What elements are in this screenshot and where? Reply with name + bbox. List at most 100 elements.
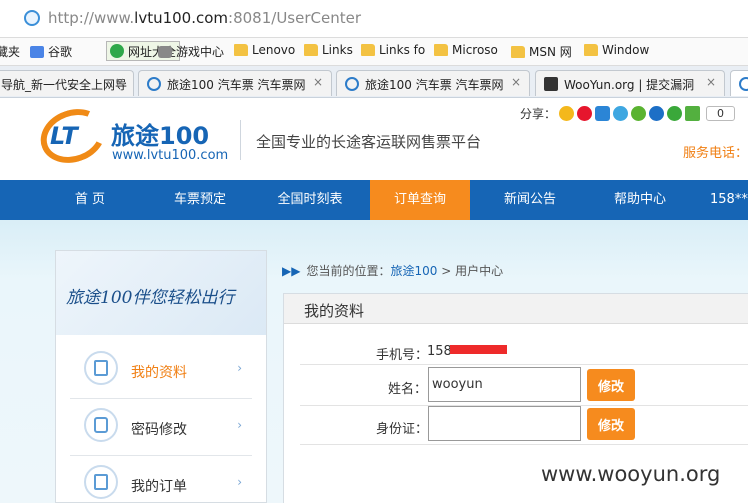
panel-title: 我的资料 xyxy=(304,302,365,320)
breadcrumb-prefix: 您当前的位置： xyxy=(306,264,391,278)
user-sidebar: 旅途100伴您轻松出行 我的资料 › 密码修改 › 我的订单 › xyxy=(55,250,267,503)
wechat-icon[interactable] xyxy=(631,106,647,121)
phone-label: 手机号： xyxy=(376,348,429,363)
bookmark-game-center[interactable]: 游戏中心 xyxy=(158,43,224,60)
folder-icon xyxy=(304,44,318,56)
glyph xyxy=(94,474,108,490)
bookmark-favorites[interactable]: 藏夹 xyxy=(0,43,20,60)
nav-order-query[interactable]: 订单查询 xyxy=(370,180,470,220)
close-icon[interactable]: × xyxy=(115,75,125,89)
url-text[interactable]: http://www.lvtu100.com:8081/UserCenter xyxy=(48,9,361,27)
tab-title: 旅途100 汽车票 汽车票网 xyxy=(365,78,504,92)
bookmark-label: Links fo xyxy=(379,43,426,57)
folder-icon xyxy=(361,44,375,56)
nav-ticket-booking[interactable]: 车票预定 xyxy=(150,180,250,220)
gamepad-icon xyxy=(158,45,172,58)
brand-url: www.lvtu100.com xyxy=(112,148,229,163)
chevron-right-icon: › xyxy=(237,475,242,489)
bookmark-label: Microso xyxy=(452,43,498,57)
share-bar: 分享： 0 xyxy=(520,105,736,122)
url-prefix: http://www. xyxy=(48,9,135,27)
ie-icon xyxy=(147,77,161,91)
folder-icon xyxy=(434,44,448,56)
site-logo[interactable]: LT xyxy=(33,100,113,172)
nav-home[interactable]: 首 页 xyxy=(40,180,140,220)
row-divider xyxy=(300,444,748,445)
row-divider xyxy=(300,364,748,365)
google-icon xyxy=(30,45,44,58)
close-icon[interactable]: × xyxy=(511,75,521,89)
glyph xyxy=(94,360,108,376)
folder-icon xyxy=(234,44,248,56)
breadcrumb: ▶▶ 您当前的位置：旅途100 > 用户中心 xyxy=(282,262,503,279)
nav-help[interactable]: 帮助中心 xyxy=(590,180,690,220)
sidebar-banner-text: 旅途100伴您轻松出行 xyxy=(66,288,235,308)
id-card-label: 身份证： xyxy=(376,422,429,437)
sidebar-item-label: 密码修改 xyxy=(131,422,187,438)
qzone-icon[interactable] xyxy=(559,106,575,121)
close-icon[interactable]: × xyxy=(706,75,716,89)
sidebar-item-label: 我的资料 xyxy=(131,365,187,381)
share-count: 0 xyxy=(706,106,736,121)
bookmark-label: 游戏中心 xyxy=(176,45,225,59)
edit-id-card-button[interactable]: 修改 xyxy=(587,408,635,440)
id-card-input[interactable] xyxy=(428,406,581,441)
bookmark-links[interactable]: Links xyxy=(304,43,353,57)
plus-icon xyxy=(110,44,124,58)
tab-wooyun[interactable]: WooYun.org | 提交漏洞 × xyxy=(535,70,725,96)
panel-header: 我的资料 xyxy=(284,294,748,324)
close-icon[interactable]: × xyxy=(313,75,323,89)
sidebar-item-profile[interactable]: 我的资料 › xyxy=(70,343,252,399)
main-nav: 首 页 车票预定 全国时刻表 订单查询 新闻公告 帮助中心 158*** xyxy=(0,180,748,220)
tab-lvtu-2[interactable]: 旅途100 汽车票 汽车票网 × xyxy=(336,70,530,96)
nav-news[interactable]: 新闻公告 xyxy=(480,180,580,220)
edit-name-button[interactable]: 修改 xyxy=(587,369,635,401)
url-suffix: :8081/UserCenter xyxy=(228,9,361,27)
breadcrumb-home-link[interactable]: 旅途100 xyxy=(390,264,437,278)
header-divider xyxy=(240,120,241,160)
service-hotline: 服务电话： xyxy=(683,146,748,161)
wooyun-icon xyxy=(544,77,558,91)
logo-letters: LT xyxy=(50,122,78,150)
profile-icon xyxy=(84,351,118,385)
breadcrumb-current: 用户中心 xyxy=(455,264,504,278)
tab-title: WooYun.org | 提交漏洞 xyxy=(564,78,695,92)
sidebar-item-password[interactable]: 密码修改 › xyxy=(70,400,252,456)
nav-timetable[interactable]: 全国时刻表 xyxy=(260,180,360,220)
sidebar-item-orders[interactable]: 我的订单 › xyxy=(70,457,252,503)
site-slogan: 全国专业的长途客运联网售票平台 xyxy=(256,133,482,151)
bookmark-label: 谷歌 xyxy=(48,45,73,59)
folder-icon xyxy=(511,45,525,58)
breadcrumb-separator: > xyxy=(437,264,456,278)
people-icon[interactable] xyxy=(649,106,665,121)
tencent-weibo-icon[interactable] xyxy=(595,106,611,121)
tab-navigation[interactable]: 导航_新一代安全上网导 × xyxy=(0,70,134,96)
name-input[interactable] xyxy=(428,367,581,402)
bookmark-lenovo[interactable]: Lenovo xyxy=(234,43,295,57)
plus-icon[interactable] xyxy=(685,106,701,121)
chevron-right-icon: › xyxy=(237,418,242,432)
tab-lvtu-1[interactable]: 旅途100 汽车票 汽车票网 × xyxy=(138,70,332,96)
bookmark-msn[interactable]: MSN 网 xyxy=(511,43,572,60)
bookmark-windows[interactable]: Window xyxy=(584,43,649,57)
share-label: 分享： xyxy=(520,107,557,121)
weibo-icon[interactable] xyxy=(577,106,593,121)
tab-title: 旅途100 汽车票 汽车票网 xyxy=(167,78,306,92)
bookmark-links-for[interactable]: Links fo xyxy=(361,43,425,57)
tab-bar: 导航_新一代安全上网导 × 旅途100 汽车票 汽车票网 × 旅途100 汽车票 汽… xyxy=(0,66,748,98)
double-arrow-icon: ▶▶ xyxy=(282,264,301,278)
nav-user[interactable]: 158*** xyxy=(700,180,748,220)
address-bar[interactable]: http://www.lvtu100.com:8081/UserCenter xyxy=(0,0,748,38)
sidebar-banner: 旅途100伴您轻松出行 xyxy=(56,251,266,335)
bookmark-google[interactable]: 谷歌 xyxy=(30,43,72,60)
tab-current[interactable] xyxy=(730,70,748,96)
bookmark-label: Links xyxy=(322,43,353,57)
tab-title: 导航_新一代安全上网导 xyxy=(1,78,128,92)
renren-icon[interactable] xyxy=(613,106,629,121)
sidebar-item-label: 我的订单 xyxy=(131,479,187,495)
clover-icon[interactable] xyxy=(667,106,683,121)
folder-icon xyxy=(584,44,598,56)
bookmark-label: 藏夹 xyxy=(0,45,21,59)
bookmark-microsoft[interactable]: Microso xyxy=(434,43,498,57)
bookmark-label: Window xyxy=(602,43,650,57)
